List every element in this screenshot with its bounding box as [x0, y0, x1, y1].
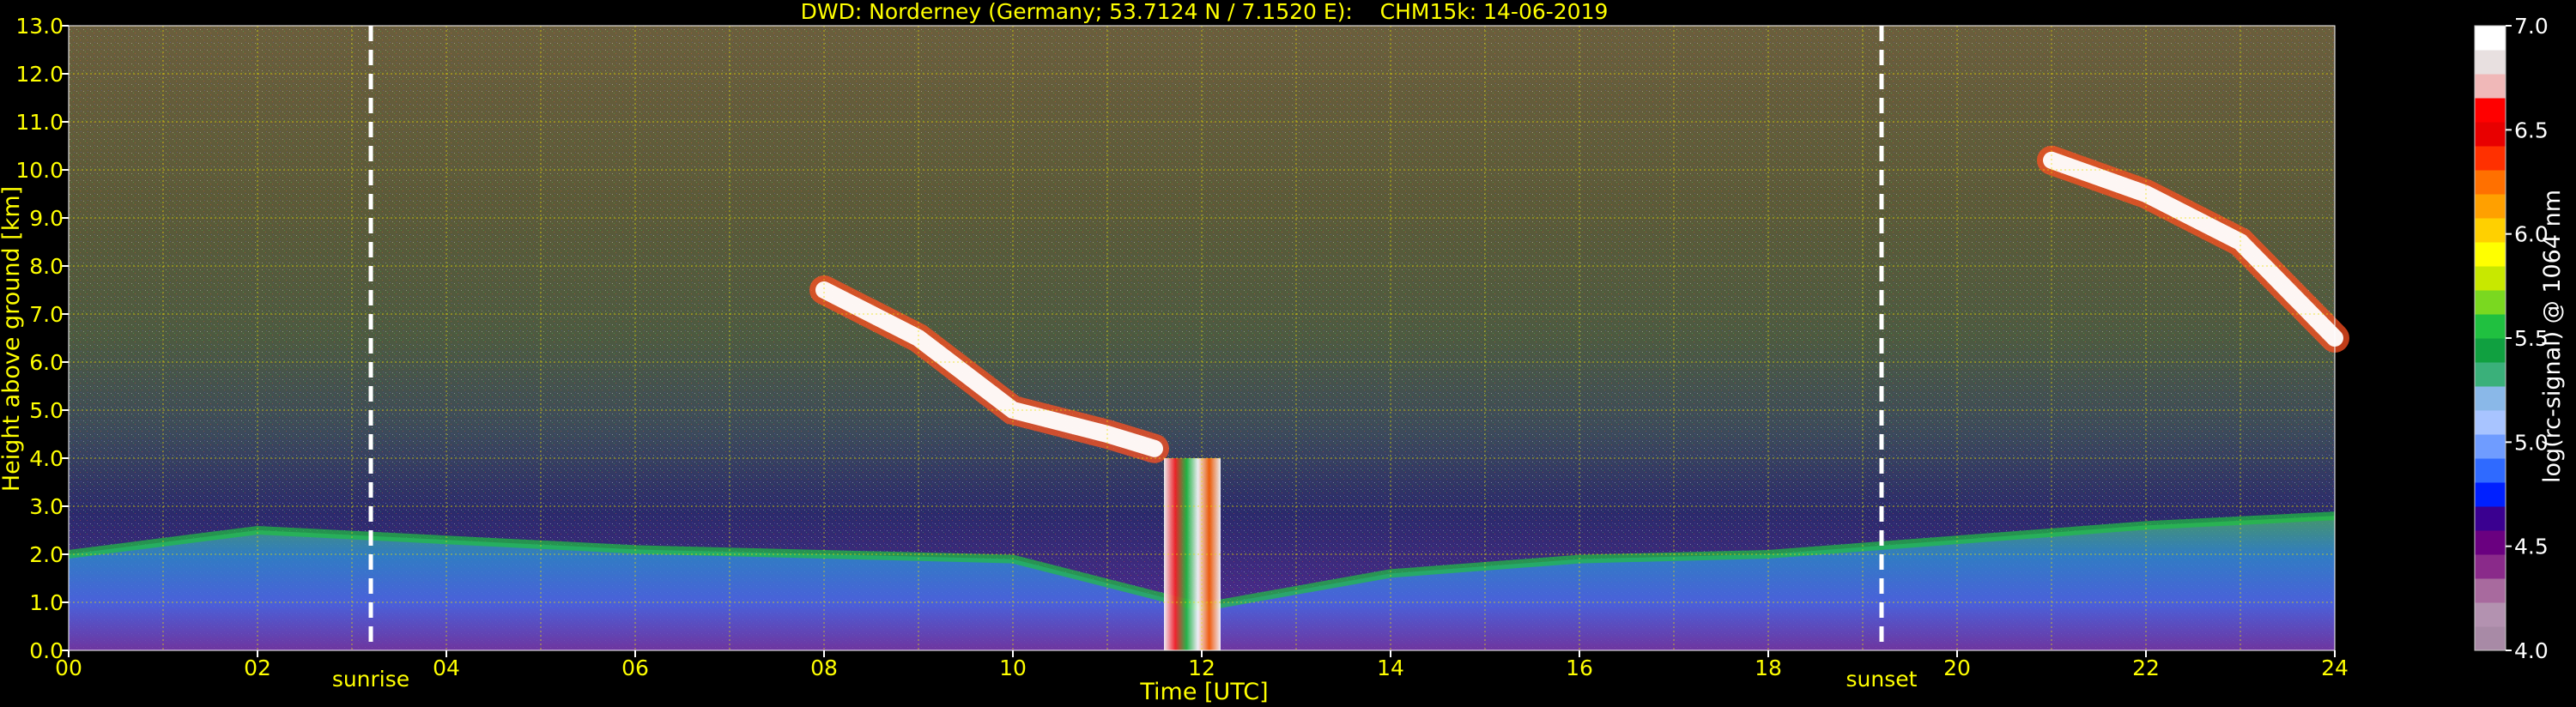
y-axis-label: Height above ground [km]	[0, 186, 25, 492]
y-tick-label: 6.0	[29, 350, 64, 375]
colorbar-segment	[2475, 578, 2506, 603]
x-axis-label: Time [UTC]	[1139, 679, 1268, 705]
colorbar-tick-label: 7.0	[2514, 14, 2549, 39]
plot-area	[68, 25, 2349, 651]
colorbar-segment	[2475, 386, 2506, 411]
y-tick-label: 11.0	[15, 110, 64, 135]
colorbar-tick-label: 6.5	[2514, 118, 2549, 142]
colorbar-segment	[2475, 218, 2506, 243]
colorbar-segment	[2475, 482, 2506, 507]
y-tick-label: 4.0	[29, 446, 64, 471]
y-tick-label: 13.0	[15, 14, 64, 39]
x-tick-label: 20	[1943, 656, 1971, 680]
x-tick-label: 12	[1188, 656, 1215, 680]
x-tick-label: 08	[810, 656, 838, 680]
colorbar-segment	[2475, 146, 2506, 171]
x-tick-label: 22	[2132, 656, 2160, 680]
x-tick-label: 06	[621, 656, 649, 680]
y-tick-label: 10.0	[15, 158, 64, 183]
colorbar-segment	[2475, 434, 2506, 459]
x-tick-label: 04	[433, 656, 460, 680]
colorbar-segment	[2475, 626, 2506, 651]
x-tick-label: 14	[1377, 656, 1404, 680]
colorbar-segment	[2475, 290, 2506, 315]
colorbar-segment	[2475, 458, 2506, 483]
y-tick-label: 8.0	[29, 254, 64, 279]
colorbar-segment	[2475, 74, 2506, 99]
colorbar-label: log(rc-signal) @ 1064 nm	[2539, 190, 2566, 483]
colorbar-segment	[2475, 98, 2506, 123]
colorbar-tick-label: 4.0	[2514, 638, 2549, 663]
y-tick-label: 5.0	[29, 398, 64, 423]
colorbar-segment	[2475, 26, 2506, 51]
colorbar-segment	[2475, 602, 2506, 627]
ceilometer-chart: 00 02 04 06 08 10 12 14 16 18 20 22 24 0.01.02.03.04…	[0, 0, 2566, 705]
x-tick-label: 10	[999, 656, 1027, 680]
colorbar-segment	[2475, 314, 2506, 339]
colorbar-segment	[2475, 338, 2506, 363]
y-tick-label: 1.0	[29, 590, 64, 615]
y-tick-label: 3.0	[29, 494, 64, 519]
marker-label-sunset: sunset	[1846, 667, 1918, 692]
colorbar: 4.04.55.05.56.06.57.0	[2474, 14, 2549, 663]
colorbar-segment	[2475, 242, 2506, 267]
y-tick-label: 0.0	[29, 638, 64, 663]
colorbar-segment	[2475, 266, 2506, 291]
marker-label-sunrise: sunrise	[332, 667, 409, 692]
y-tick-label: 12.0	[15, 62, 64, 87]
colorbar-segment	[2475, 122, 2506, 147]
colorbar-segment	[2475, 554, 2506, 579]
colorbar-segment	[2475, 530, 2506, 555]
colorbar-segment	[2475, 410, 2506, 435]
x-tick-label: 02	[244, 656, 271, 680]
y-tick-label: 9.0	[29, 206, 64, 231]
colorbar-segment	[2475, 362, 2506, 387]
colorbar-tick-label: 4.5	[2514, 535, 2549, 559]
x-tick-label: 24	[2321, 656, 2349, 680]
y-tick-label: 2.0	[29, 542, 64, 567]
chart-title: DWD: Norderney (Germany; 53.7124 N / 7.1…	[801, 0, 1609, 24]
y-tick-label: 7.0	[29, 302, 64, 327]
colorbar-segment	[2475, 170, 2506, 195]
x-tick-label: 18	[1755, 656, 1782, 680]
x-tick-label: 16	[1566, 656, 1593, 680]
colorbar-segment	[2475, 506, 2506, 531]
colorbar-segment	[2475, 50, 2506, 75]
colorbar-segment	[2475, 194, 2506, 219]
